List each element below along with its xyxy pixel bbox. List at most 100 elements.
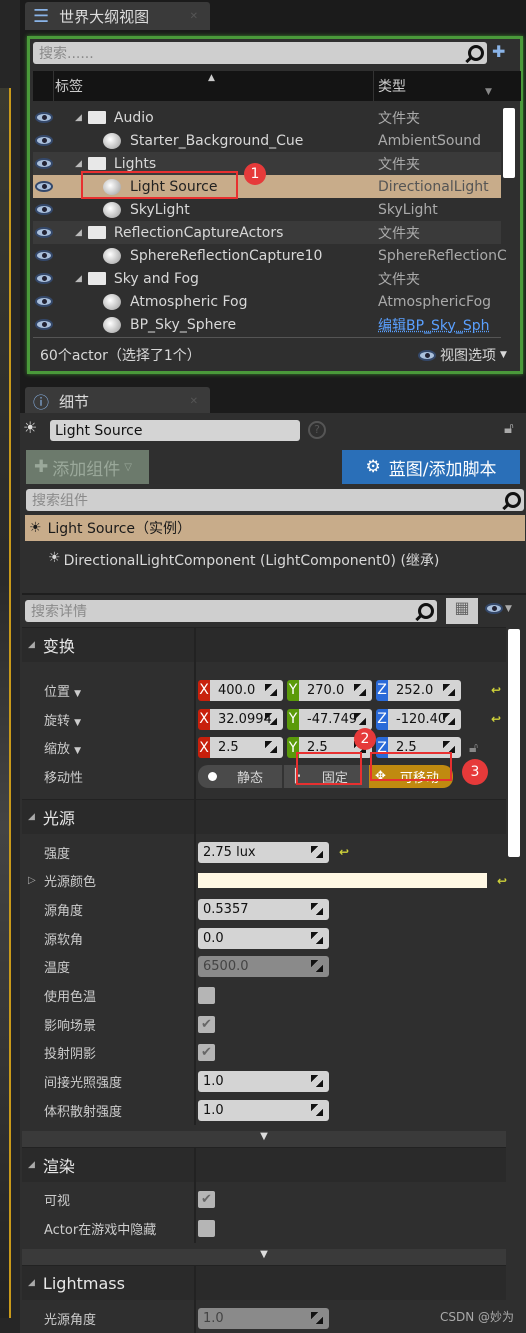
component-row[interactable]: ☀ DirectionalLightComponent (LightCompone… bbox=[48, 550, 439, 570]
visibility-eye-icon[interactable] bbox=[35, 112, 53, 123]
reset-icon[interactable]: ↩ bbox=[491, 683, 501, 697]
visibility-eye-icon[interactable] bbox=[35, 273, 53, 284]
column-label[interactable]: 标签 bbox=[55, 76, 83, 96]
spin-icon[interactable] bbox=[311, 1103, 323, 1116]
field-value: 32.0994 bbox=[218, 711, 272, 727]
show-advanced-button[interactable]: ▼ bbox=[22, 1249, 506, 1265]
checkbox[interactable]: ✔ bbox=[198, 1044, 215, 1062]
spin-icon[interactable] bbox=[311, 1075, 323, 1088]
show-advanced-button[interactable]: ▼ bbox=[22, 1130, 506, 1147]
location-x-field[interactable]: X 400.0 bbox=[198, 679, 283, 701]
column-type[interactable]: 类型 bbox=[378, 76, 406, 96]
section-transform[interactable]: ◢ 变换 bbox=[22, 627, 506, 662]
property-value-field[interactable]: 2.75 lux bbox=[198, 841, 329, 863]
checkbox[interactable]: ✔ bbox=[198, 1191, 215, 1209]
outliner-row[interactable]: SphereReflectionCapture10 SphereReflectio… bbox=[33, 244, 507, 267]
mobility-static-button[interactable]: 静态 bbox=[198, 764, 284, 788]
outliner-row[interactable]: ◢ ReflectionCaptureActors 文件夹 bbox=[33, 221, 501, 244]
close-tab-icon[interactable]: ✕ bbox=[190, 11, 198, 22]
add-filter-icon[interactable]: ✚ bbox=[492, 42, 505, 61]
spin-icon[interactable] bbox=[311, 902, 323, 915]
reset-icon[interactable]: ↩ bbox=[491, 712, 501, 726]
section-light[interactable]: ◢ 光源 bbox=[22, 798, 506, 834]
expand-arrow-icon[interactable]: ◢ bbox=[75, 228, 82, 238]
outliner-row[interactable]: BP_Sky_Sphere 编辑BP_Sky_Sph bbox=[33, 313, 501, 336]
rotation-label[interactable]: 旋转 ▼ bbox=[44, 710, 81, 729]
scale-x-field[interactable]: X 2.5 bbox=[198, 737, 283, 759]
reset-icon[interactable]: ↩ bbox=[339, 845, 349, 859]
expand-arrow-icon[interactable]: ◢ bbox=[75, 113, 82, 123]
search-components-input[interactable]: 搜索组件 bbox=[26, 489, 524, 511]
property-matrix-icon[interactable]: ▦ bbox=[446, 598, 478, 624]
spin-icon[interactable] bbox=[354, 712, 366, 725]
checkbox[interactable] bbox=[198, 1220, 215, 1238]
spin-icon[interactable] bbox=[265, 712, 277, 725]
property-value-field[interactable]: 0.0 bbox=[198, 927, 329, 949]
spin-icon[interactable] bbox=[354, 683, 366, 696]
property-value-field[interactable]: 0.5357 bbox=[198, 898, 329, 920]
property-value-field[interactable]: 1.0 bbox=[198, 1071, 329, 1093]
annotation-box-3 bbox=[370, 752, 452, 781]
rotation-x-field[interactable]: X 32.0994 bbox=[198, 708, 283, 730]
spin-icon[interactable] bbox=[311, 931, 323, 944]
help-icon[interactable]: ? bbox=[308, 421, 326, 439]
directional-light-icon: ☀ bbox=[29, 520, 42, 536]
close-tab-icon[interactable]: ✕ bbox=[190, 396, 198, 407]
visibility-eye-icon[interactable] bbox=[35, 135, 53, 146]
details-scrollbar[interactable] bbox=[508, 629, 520, 857]
view-options-button[interactable]: 视图选项 ▼ bbox=[418, 345, 507, 365]
section-lightmass[interactable]: ◢ Lightmass bbox=[22, 1265, 506, 1300]
outliner-row[interactable]: SkyLight SkyLight bbox=[33, 198, 501, 221]
spin-icon[interactable] bbox=[265, 683, 277, 696]
outliner-search-input[interactable]: 搜索...... bbox=[33, 42, 487, 64]
lock-scale-icon[interactable]: 🔓︎ bbox=[469, 740, 478, 756]
location-z-field[interactable]: Z 252.0 bbox=[376, 679, 461, 701]
outliner-row[interactable]: Atmospheric Fog AtmosphericFog bbox=[33, 290, 501, 313]
search-details-input[interactable]: 搜索详情 bbox=[25, 600, 437, 622]
spin-icon[interactable] bbox=[443, 683, 455, 696]
blueprint-add-script-button[interactable]: ⚙ 蓝图/添加脚本 bbox=[342, 450, 520, 484]
outliner-row[interactable]: Starter_Background_Cue AmbientSound bbox=[33, 129, 501, 152]
rotation-z-field[interactable]: Z -120.40 bbox=[376, 708, 461, 730]
component-instance-row[interactable]: ☀ Light Source（实例） bbox=[25, 515, 525, 541]
rotation-y-field[interactable]: Y -47.749 bbox=[287, 708, 372, 730]
spin-icon[interactable] bbox=[311, 845, 323, 858]
visibility-eye-icon[interactable] bbox=[35, 250, 53, 261]
tab-details[interactable]: ⓘ 细节 ✕ bbox=[25, 387, 210, 415]
location-label[interactable]: 位置 ▼ bbox=[44, 681, 81, 700]
expand-arrow-icon[interactable]: ▷ bbox=[28, 875, 36, 886]
outliner-row[interactable]: ◢ Sky and Fog 文件夹 bbox=[33, 267, 501, 290]
visibility-eye-icon[interactable] bbox=[35, 158, 53, 169]
visibility-eye-icon[interactable] bbox=[35, 227, 53, 238]
column-options-icon[interactable]: ▼ bbox=[485, 87, 492, 97]
color-swatch[interactable] bbox=[198, 873, 487, 889]
property-value-field[interactable]: 1.0 bbox=[198, 1099, 329, 1121]
checkbox[interactable] bbox=[198, 987, 215, 1005]
visibility-filter-button[interactable]: ▼ bbox=[485, 603, 512, 614]
scale-label[interactable]: 缩放 ▼ bbox=[44, 738, 81, 757]
spin-icon[interactable] bbox=[311, 960, 323, 973]
row-type[interactable]: 编辑BP_Sky_Sph bbox=[378, 315, 489, 335]
tab-world-outliner[interactable]: ☰ 世界大纲视图 ✕ bbox=[25, 2, 210, 30]
visibility-eye-icon[interactable] bbox=[35, 204, 53, 215]
spin-icon[interactable] bbox=[265, 741, 277, 754]
add-component-button[interactable]: ✚ 添加组件 ▽ bbox=[26, 450, 149, 484]
actor-name-input[interactable]: Light Source bbox=[50, 420, 300, 441]
outliner-scrollbar[interactable] bbox=[503, 108, 515, 178]
visibility-eye-icon[interactable] bbox=[35, 296, 53, 307]
visibility-eye-icon[interactable] bbox=[35, 181, 53, 192]
visibility-eye-icon[interactable] bbox=[35, 319, 53, 330]
location-y-field[interactable]: Y 270.0 bbox=[287, 679, 372, 701]
lock-icon[interactable]: 🔓︎ bbox=[504, 419, 514, 437]
chevron-down-icon: ▽ bbox=[124, 461, 132, 473]
outliner-row[interactable]: ◢ Audio 文件夹 bbox=[33, 106, 501, 129]
section-rendering[interactable]: ◢ 渲染 bbox=[22, 1146, 506, 1182]
option-label: 静态 bbox=[237, 770, 264, 786]
checkbox[interactable]: ✔ bbox=[198, 1015, 215, 1033]
expand-arrow-icon[interactable]: ◢ bbox=[75, 159, 82, 169]
expand-arrow-icon[interactable]: ◢ bbox=[75, 274, 82, 284]
spin-icon[interactable] bbox=[311, 1311, 323, 1324]
reset-icon[interactable]: ↩ bbox=[497, 874, 507, 888]
property-label: 光源角度 bbox=[44, 1312, 97, 1328]
spin-icon[interactable] bbox=[443, 712, 455, 725]
